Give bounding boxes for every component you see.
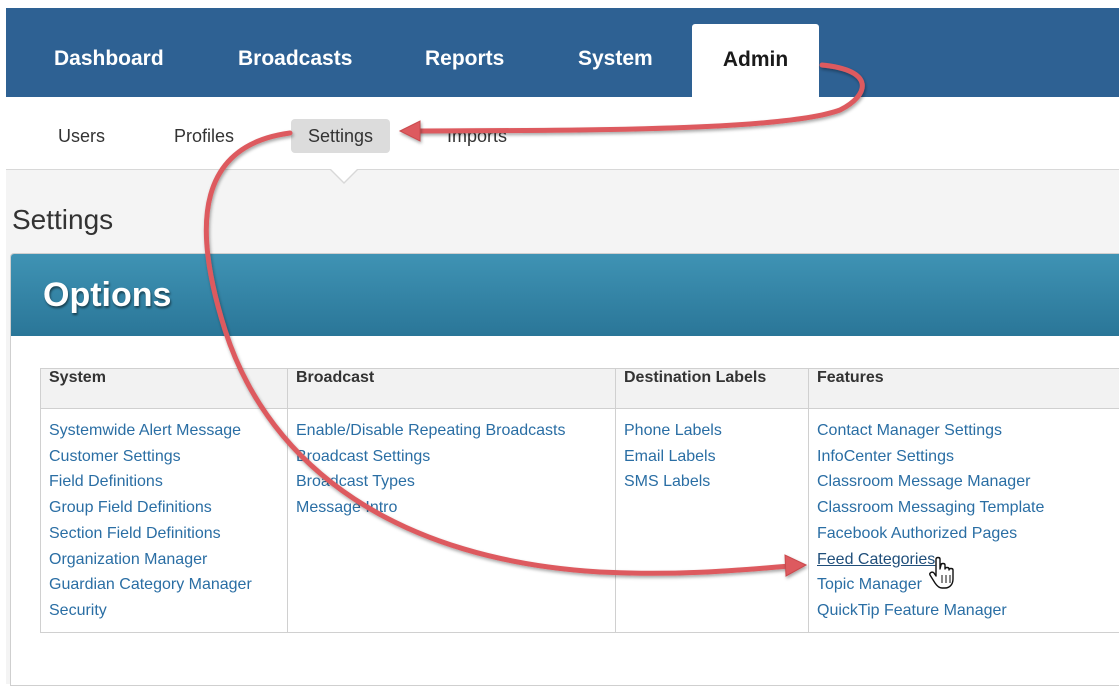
subtab-users[interactable]: Users — [58, 119, 105, 153]
options-header-row: System Broadcast Destination Labels Feat… — [41, 369, 1119, 409]
link-sms-labels[interactable]: SMS Labels — [624, 469, 800, 495]
subtab-settings[interactable]: Settings — [291, 119, 390, 153]
link-classroom-message-manager[interactable]: Classroom Message Manager — [817, 469, 1111, 495]
link-feed-categories[interactable]: Feed Categories — [817, 547, 1111, 573]
options-links-row: Systemwide Alert Message Customer Settin… — [41, 409, 1119, 633]
tab-system[interactable]: System — [578, 42, 653, 76]
link-broadcast-settings[interactable]: Broadcast Settings — [296, 444, 607, 470]
subtab-imports[interactable]: Imports — [447, 119, 507, 153]
link-customer-settings[interactable]: Customer Settings — [49, 444, 279, 470]
link-infocenter-settings[interactable]: InfoCenter Settings — [817, 444, 1111, 470]
sub-navigation: Users Profiles Settings Imports — [6, 97, 1119, 170]
link-enable-disable-repeating-broadcasts[interactable]: Enable/Disable Repeating Broadcasts — [296, 418, 607, 444]
link-contact-manager-settings[interactable]: Contact Manager Settings — [817, 418, 1111, 444]
link-phone-labels[interactable]: Phone Labels — [624, 418, 800, 444]
column-header-features: Features — [809, 369, 1119, 409]
column-header-system: System — [41, 369, 288, 409]
link-group-field-definitions[interactable]: Group Field Definitions — [49, 495, 279, 521]
link-systemwide-alert-message[interactable]: Systemwide Alert Message — [49, 418, 279, 444]
tab-admin[interactable]: Admin — [692, 24, 819, 97]
link-email-labels[interactable]: Email Labels — [624, 444, 800, 470]
link-message-intro[interactable]: Message Intro — [296, 495, 607, 521]
link-field-definitions[interactable]: Field Definitions — [49, 469, 279, 495]
options-panel: Options System Broadcast Destination Lab… — [10, 253, 1119, 686]
link-topic-manager[interactable]: Topic Manager — [817, 572, 1111, 598]
column-header-broadcast: Broadcast — [288, 369, 616, 409]
link-quicktip-feature-manager[interactable]: QuickTip Feature Manager — [817, 598, 1111, 624]
tab-reports[interactable]: Reports — [425, 42, 504, 76]
destination-labels-links: Phone Labels Email Labels SMS Labels — [616, 409, 809, 633]
options-table: System Broadcast Destination Labels Feat… — [40, 368, 1119, 633]
tab-broadcasts[interactable]: Broadcasts — [238, 42, 352, 76]
broadcast-links: Enable/Disable Repeating Broadcasts Broa… — [288, 409, 616, 633]
link-organization-manager[interactable]: Organization Manager — [49, 547, 279, 573]
link-section-field-definitions[interactable]: Section Field Definitions — [49, 521, 279, 547]
link-guardian-category-manager[interactable]: Guardian Category Manager — [49, 572, 279, 598]
app-window: Dashboard Broadcasts Reports System Admi… — [6, 8, 1119, 684]
options-panel-header: Options — [11, 254, 1119, 336]
top-navigation: Dashboard Broadcasts Reports System Admi… — [6, 8, 1119, 97]
tab-dashboard[interactable]: Dashboard — [54, 42, 164, 76]
features-links: Contact Manager Settings InfoCenter Sett… — [809, 409, 1119, 633]
link-classroom-messaging-template[interactable]: Classroom Messaging Template — [817, 495, 1111, 521]
link-facebook-authorized-pages[interactable]: Facebook Authorized Pages — [817, 521, 1111, 547]
link-broadcast-types[interactable]: Broadcast Types — [296, 469, 607, 495]
page-title: Settings — [12, 204, 113, 236]
system-links: Systemwide Alert Message Customer Settin… — [41, 409, 288, 633]
link-security[interactable]: Security — [49, 598, 279, 624]
column-header-destination-labels: Destination Labels — [616, 369, 809, 409]
options-heading: Options — [43, 276, 171, 315]
subtab-profiles[interactable]: Profiles — [174, 119, 234, 153]
subnav-pointer — [331, 169, 357, 182]
